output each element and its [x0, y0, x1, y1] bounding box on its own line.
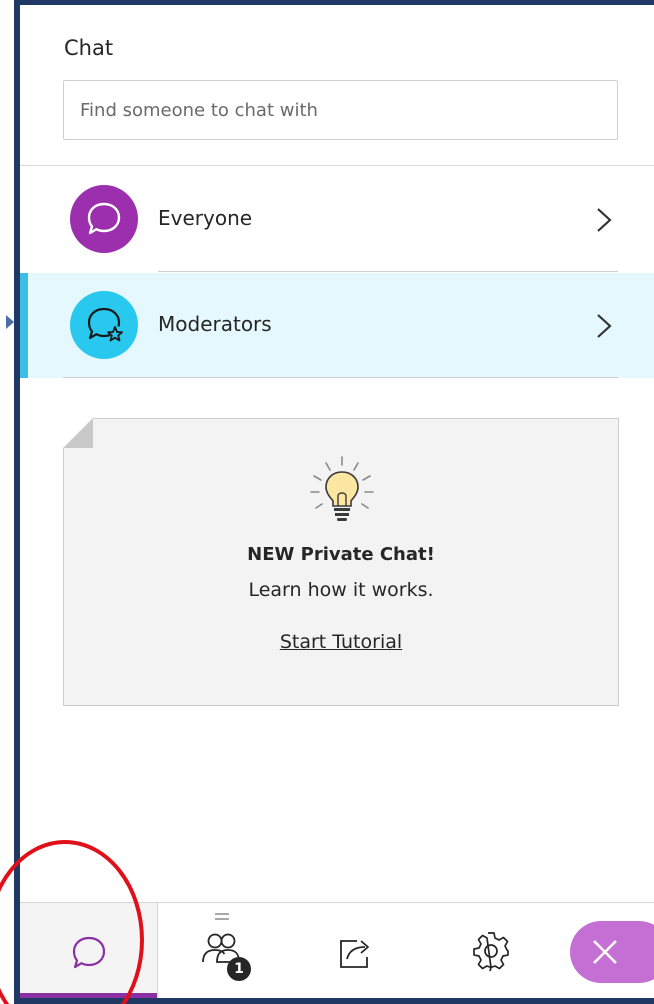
channel-label: Everyone: [158, 206, 253, 230]
bottom-tab-bar: 1: [20, 902, 654, 998]
row-divider: [63, 377, 618, 378]
close-icon: [593, 940, 617, 964]
start-tutorial-link[interactable]: Start Tutorial: [64, 631, 618, 653]
share-icon[interactable]: [335, 933, 379, 973]
header-divider: [20, 165, 654, 166]
chat-bubble-icon: [87, 202, 121, 235]
channel-row-everyone[interactable]: Everyone: [20, 167, 654, 272]
gear-icon[interactable]: [470, 931, 512, 973]
row-divider: [158, 271, 618, 272]
channel-row-moderators[interactable]: Moderators: [20, 273, 654, 378]
panel-title: Chat: [64, 36, 114, 60]
moderators-avatar: [70, 291, 138, 359]
chevron-right-icon: [597, 314, 612, 338]
channel-label: Moderators: [158, 312, 272, 336]
chat-panel: Chat Everyone Moderators: [20, 5, 654, 998]
chevron-right-icon: [597, 208, 612, 232]
close-panel-button[interactable]: [570, 921, 654, 983]
tutorial-card: NEW Private Chat! Learn how it works. St…: [63, 418, 619, 706]
tab-separator: [157, 903, 158, 998]
lightbulb-icon: [310, 456, 374, 521]
everyone-avatar: [70, 185, 138, 253]
selected-indicator: [20, 273, 28, 378]
chat-bubble-star-icon: [87, 307, 123, 342]
active-tab-indicator: [20, 993, 157, 998]
chat-bubble-icon: [72, 936, 106, 969]
pointer-arrow-icon: [6, 315, 14, 329]
window-frame-bottom: [14, 998, 654, 1004]
participants-badge: 1: [227, 957, 251, 981]
tutorial-heading: NEW Private Chat!: [247, 544, 435, 565]
tab-chat[interactable]: [20, 903, 157, 998]
tab-participants[interactable]: [200, 929, 260, 989]
drag-handle-icon[interactable]: [215, 913, 229, 921]
card-fold-corner: [63, 418, 93, 448]
search-input[interactable]: [63, 80, 618, 140]
tutorial-subtext: Learn how it works.: [248, 579, 434, 601]
